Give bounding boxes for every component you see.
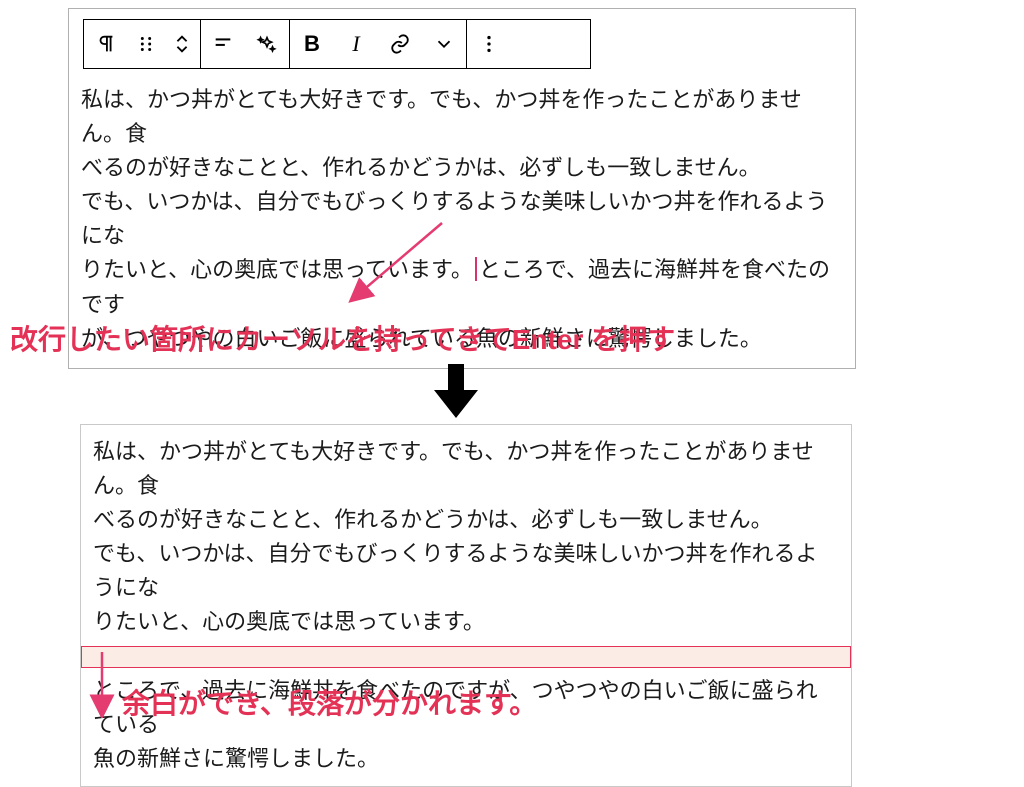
- instruction-text-bottom: 余白ができ、段落が分かれます。: [122, 682, 537, 722]
- editor-block: B I 私は、かつ丼がとても大好きです。でも、かつ丼を作ったことがありません。食…: [68, 8, 856, 369]
- text-line: でも、いつかは、自分でもびっくりするような美味しいかつ丼を作れるようにな: [81, 189, 827, 248]
- align-icon[interactable]: [201, 20, 245, 68]
- block-toolbar: B I: [83, 19, 591, 69]
- sparkle-icon[interactable]: [245, 20, 289, 68]
- chevron-down-icon[interactable]: [422, 20, 466, 68]
- paragraph-icon[interactable]: [84, 20, 128, 68]
- text-line: 魚の新鮮さに驚愕しました。: [93, 746, 379, 771]
- text-line: 私は、かつ丼がとても大好きです。でも、かつ丼を作ったことがありません。食: [81, 87, 802, 146]
- text-line: りたいと、心の奥底では思っています。: [93, 609, 485, 634]
- toolbar-group-more: [467, 20, 511, 68]
- text-cursor: [475, 257, 477, 281]
- move-updown-icon[interactable]: [164, 20, 200, 68]
- toolbar-group-block: [84, 20, 201, 68]
- toolbar-group-format: B I: [290, 20, 467, 68]
- more-options-icon[interactable]: [467, 20, 511, 68]
- text-line: べるのが好きなことと、作れるかどうかは、必ずしも一致しません。: [81, 155, 761, 180]
- text-line: 私は、かつ丼がとても大好きです。でも、かつ丼を作ったことがありません。食: [93, 439, 814, 498]
- result-block: 私は、かつ丼がとても大好きです。でも、かつ丼を作ったことがありません。食 べるの…: [80, 424, 852, 787]
- toolbar-group-align: [201, 20, 290, 68]
- result-paragraph-1[interactable]: 私は、かつ丼がとても大好きです。でも、かつ丼を作ったことがありません。食 べるの…: [81, 425, 851, 646]
- drag-handle-icon[interactable]: [128, 20, 164, 68]
- text-line: べるのが好きなことと、作れるかどうかは、必ずしも一致しません。: [93, 507, 773, 532]
- instruction-text-top: 改行したい箇所にカーソルを持ってきてEnter を押す: [10, 318, 675, 358]
- text-line: りたいと、心の奥底では思っています。: [81, 257, 473, 282]
- text-line: でも、いつかは、自分でもびっくりするような美味しいかつ丼を作れるようにな: [93, 541, 817, 600]
- link-icon[interactable]: [378, 20, 422, 68]
- paragraph-gap-highlight: [81, 646, 851, 668]
- italic-button[interactable]: I: [334, 20, 378, 68]
- bold-button[interactable]: B: [290, 20, 334, 68]
- down-arrow-icon: [432, 364, 480, 418]
